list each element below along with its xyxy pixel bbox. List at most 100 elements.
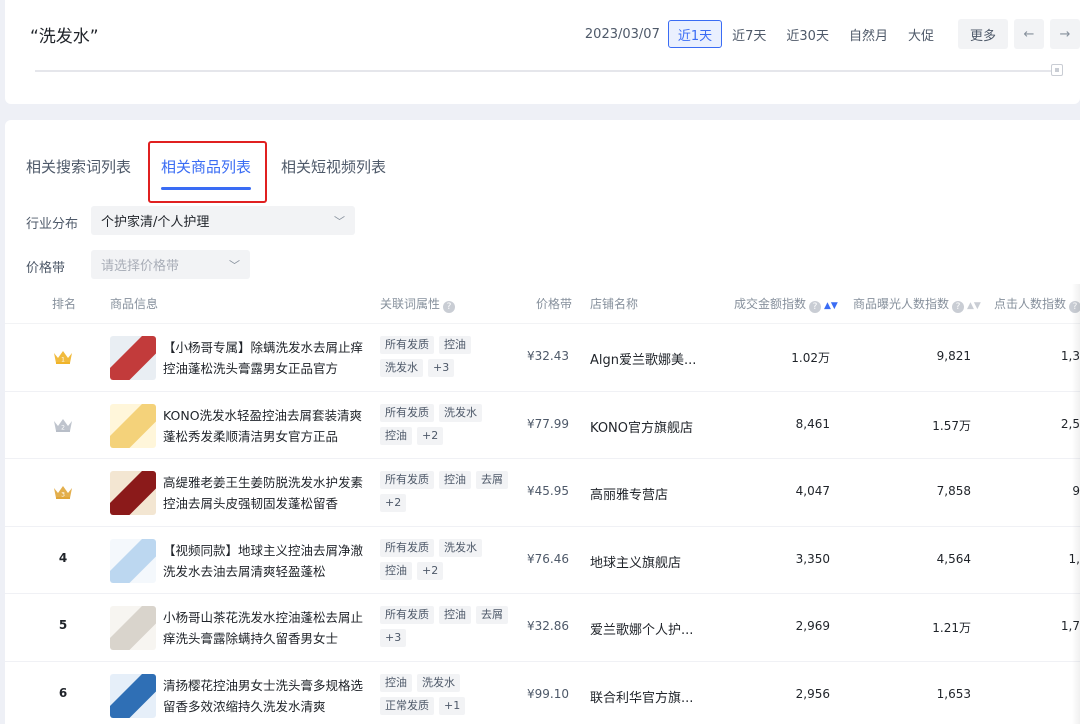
search-keyword-panel: “洗发水” 2023/03/07 近1天 近7天 近30天 自然月 大促 更多 … bbox=[5, 0, 1080, 104]
attr-tag: 控油 bbox=[439, 471, 471, 489]
prev-arrow-icon[interactable]: ← bbox=[1014, 19, 1044, 49]
table-body: 1 【小杨哥专属】除螨洗发水去屑止痒控油蓬松洗头膏露男女正品官方 所有发质 控油洗… bbox=[5, 324, 1080, 724]
price-value: ¥32.86 bbox=[527, 619, 569, 633]
col-click-label: 点击人数指数 bbox=[994, 296, 1067, 311]
exposure-index: 4,564 bbox=[936, 551, 971, 566]
shop-name[interactable]: 高丽雅专营店 bbox=[590, 484, 668, 503]
rank-number: 4 bbox=[58, 550, 68, 565]
attr-tag: 所有发质 bbox=[380, 336, 434, 354]
click-index: 9 bbox=[1000, 484, 1080, 498]
sort-icon[interactable]: ▲▼ bbox=[967, 301, 981, 311]
attr-tag: 控油 bbox=[380, 561, 412, 580]
products-table: 排名 商品信息 关联词属性? 价格带 店铺名称 成交金额指数? ▲▼ 商品曝光人数… bbox=[5, 284, 1080, 724]
price-value: ¥77.99 bbox=[527, 416, 569, 431]
help-icon[interactable]: ? bbox=[443, 300, 456, 313]
col-product: 商品信息 bbox=[110, 297, 159, 311]
col-exposure-label: 商品曝光人数指数 bbox=[853, 296, 950, 311]
click-index: 1, bbox=[1000, 552, 1080, 566]
product-title[interactable]: KONO洗发水轻盈控油去屑套装清爽蓬松秀发柔顺清洁男女官方正品 bbox=[163, 405, 363, 447]
attr-tag: 所有发质 bbox=[380, 538, 434, 557]
col-exposure[interactable]: 商品曝光人数指数? ▲▼ bbox=[853, 295, 981, 313]
attr-tag: 控油 bbox=[439, 606, 471, 624]
attr-tag: 所有发质 bbox=[380, 471, 434, 489]
attr-tag: 洗发水 bbox=[380, 359, 423, 377]
more-button[interactable]: 更多 bbox=[957, 19, 1008, 49]
range-promo-button[interactable]: 大促 bbox=[898, 20, 944, 48]
price-value: ¥76.46 bbox=[527, 551, 569, 566]
product-thumbnail[interactable] bbox=[110, 336, 156, 380]
range-7d-button[interactable]: 近7天 bbox=[722, 20, 776, 48]
gmv-index: 2,969 bbox=[795, 619, 830, 633]
shop-name[interactable]: 联合利华官方旗... bbox=[590, 687, 693, 706]
shop-name[interactable]: 爱兰歌娜个人护... bbox=[590, 619, 693, 638]
price-value: ¥99.10 bbox=[527, 686, 569, 701]
shop-name[interactable]: Algn爱兰歌娜美... bbox=[590, 349, 696, 368]
rank-number: 5 bbox=[58, 618, 68, 632]
highlight-box bbox=[148, 141, 267, 203]
product-title[interactable]: 清扬樱花控油男女士洗头膏多规格选留香多效浓缩持久洗发水清爽 bbox=[163, 675, 363, 717]
table-row[interactable]: 4 【视频同款】地球主义控油去屑净澈洗发水去油去屑清爽轻盈蓬松 所有发质 洗发水控… bbox=[5, 527, 1080, 594]
attr-tag: 洗发水 bbox=[439, 403, 482, 422]
help-icon[interactable]: ? bbox=[809, 300, 822, 313]
attr-tag: 所有发质 bbox=[380, 606, 434, 624]
industry-filter-label: 行业分布 bbox=[26, 217, 79, 232]
gmv-index: 3,350 bbox=[795, 551, 830, 566]
exposure-index: 1.57万 bbox=[932, 418, 971, 433]
range-month-button[interactable]: 自然月 bbox=[839, 20, 898, 48]
tab-related-search-terms[interactable]: 相关搜索词列表 bbox=[26, 156, 131, 178]
gmv-index: 8,461 bbox=[795, 416, 830, 431]
trend-slider-track[interactable] bbox=[35, 70, 1053, 72]
gmv-index: 2,956 bbox=[795, 686, 830, 701]
col-gmv[interactable]: 成交金额指数? ▲▼ bbox=[734, 295, 838, 313]
product-title[interactable]: 【小杨哥专属】除螨洗发水去屑止痒控油蓬松洗头膏露男女正品官方 bbox=[163, 337, 363, 379]
sort-icon[interactable]: ▲▼ bbox=[824, 301, 838, 311]
rank-crown-number: 3 bbox=[61, 492, 65, 499]
attr-tag: 洗发水 bbox=[439, 538, 482, 557]
price-select-placeholder: 请选择价格带 bbox=[101, 259, 180, 274]
range-1d-button[interactable]: 近1天 bbox=[667, 20, 723, 48]
shop-name[interactable]: 地球主义旗舰店 bbox=[590, 552, 681, 571]
exposure-index: 9,821 bbox=[936, 349, 971, 363]
current-date: 2023/03/07 bbox=[584, 26, 660, 42]
product-thumbnail[interactable] bbox=[110, 403, 156, 448]
table-row[interactable]: 6 清扬樱花控油男女士洗头膏多规格选留香多效浓缩持久洗发水清爽 控油 洗发水 正常发… bbox=[5, 662, 1080, 724]
rank-crown-icon: 2 bbox=[54, 418, 72, 432]
table-row[interactable]: 1 【小杨哥专属】除螨洗发水去屑止痒控油蓬松洗头膏露男女正品官方 所有发质 控油洗… bbox=[5, 324, 1080, 392]
gmv-index: 1.02万 bbox=[791, 351, 830, 365]
attr-tag: 控油 bbox=[439, 336, 471, 354]
product-title[interactable]: 小杨哥山茶花洗发水控油蓬松去屑止痒洗头膏露除螨持久留香男女士 bbox=[163, 607, 363, 649]
product-thumbnail[interactable] bbox=[110, 673, 156, 718]
industry-select[interactable]: 个护家清/个人护理 ﹀ bbox=[91, 206, 355, 235]
attr-tag: 正常发质 bbox=[380, 696, 434, 715]
range-30d-button[interactable]: 近30天 bbox=[776, 20, 839, 48]
attr-tag: +1 bbox=[439, 696, 466, 715]
exposure-index: 1,653 bbox=[936, 686, 971, 701]
rank-number: 6 bbox=[58, 685, 68, 700]
attr-tag: +2 bbox=[417, 561, 444, 580]
tab-related-short-videos[interactable]: 相关短视频列表 bbox=[281, 156, 386, 178]
horizontal-scroll-edge bbox=[1072, 284, 1080, 724]
product-thumbnail[interactable] bbox=[110, 471, 156, 515]
col-click[interactable]: 点击人数指数? bbox=[994, 295, 1080, 313]
trend-slider-handle[interactable] bbox=[1051, 64, 1063, 76]
exposure-index: 1.21万 bbox=[932, 621, 971, 635]
price-select[interactable]: 请选择价格带 ﹀ bbox=[91, 250, 250, 279]
table-row[interactable]: 5 小杨哥山茶花洗发水控油蓬松去屑止痒洗头膏露除螨持久留香男女士 所有发质 控油去… bbox=[5, 594, 1080, 662]
attr-tag: +2 bbox=[380, 494, 407, 512]
help-icon[interactable]: ? bbox=[952, 300, 965, 313]
table-row[interactable]: 3 高缇雅老姜王生姜防脱洗发水护发素控油去屑头皮强韧固发蓬松留香 所有发质 控油去… bbox=[5, 459, 1080, 527]
col-rank: 排名 bbox=[52, 297, 77, 311]
product-thumbnail[interactable] bbox=[110, 606, 156, 650]
product-title[interactable]: 【视频同款】地球主义控油去屑净澈洗发水去油去屑清爽轻盈蓬松 bbox=[163, 540, 363, 582]
price-filter-label: 价格带 bbox=[26, 261, 66, 276]
rank-crown-icon: 1 bbox=[54, 351, 72, 364]
shop-name[interactable]: KONO官方旗舰店 bbox=[590, 417, 693, 436]
next-arrow-icon[interactable]: → bbox=[1050, 19, 1080, 49]
rank-crown-number: 1 bbox=[61, 357, 65, 364]
attr-tag: 洗发水 bbox=[417, 673, 460, 692]
price-value: ¥45.95 bbox=[527, 484, 569, 498]
product-thumbnail[interactable] bbox=[110, 538, 156, 583]
col-attr: 关联词属性? bbox=[380, 295, 456, 313]
product-title[interactable]: 高缇雅老姜王生姜防脱洗发水护发素控油去屑头皮强韧固发蓬松留香 bbox=[163, 472, 363, 514]
table-row[interactable]: 2 KONO洗发水轻盈控油去屑套装清爽蓬松秀发柔顺清洁男女官方正品 所有发质 洗发… bbox=[5, 392, 1080, 459]
